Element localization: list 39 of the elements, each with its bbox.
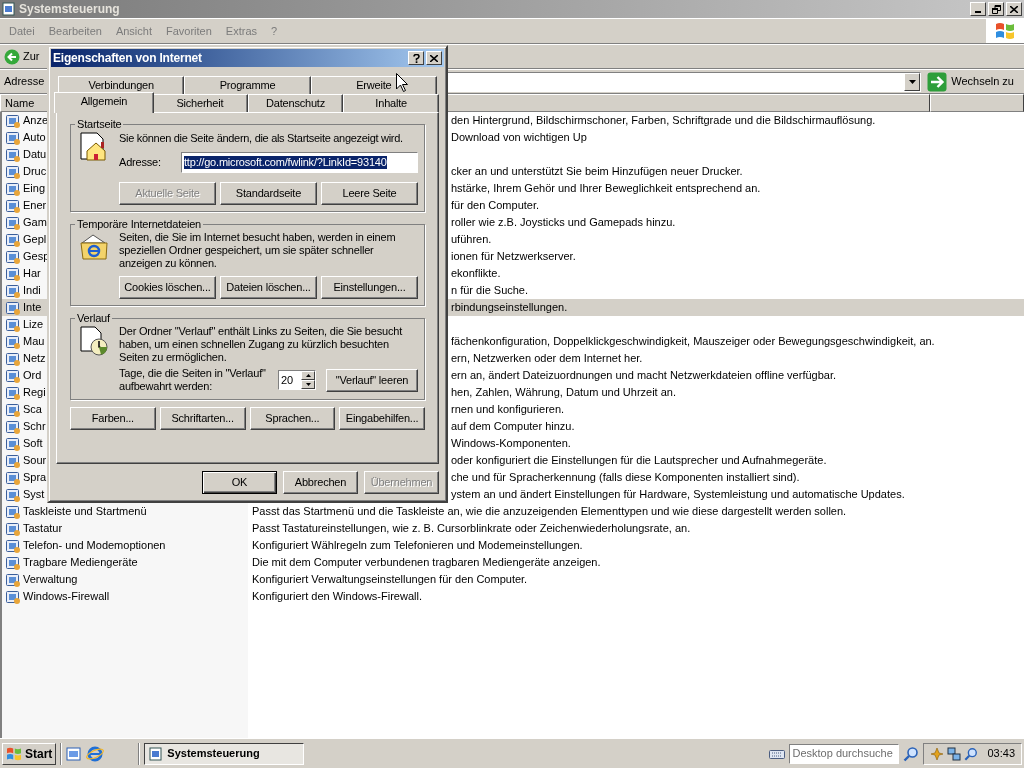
description-text: Konfiguriert Verwaltungseinstellungen für den Computer. xyxy=(252,572,528,588)
description-text: n für die Suche. xyxy=(451,283,529,299)
description-text: uführen. xyxy=(451,232,492,248)
description-text: Passt Tastatureinstellungen, wie z. B. Cursorblinkrate oder Zeichenwiederholungsrate, an. xyxy=(252,521,691,537)
description-text: rbindungseinstellungen. xyxy=(451,300,568,316)
description-text: che und für Spracherkennung (falls diese Komponenten installiert sind). xyxy=(451,470,800,486)
description-text: ekonflikte. xyxy=(451,266,501,282)
description-text: oder konfiguriert die Einstellungen für die Lautsprecher und Aufnahmegeräte. xyxy=(451,453,827,469)
description-text: auf dem Computer hinzu. xyxy=(451,419,575,435)
description-text: Der Ordner "Verlauf" enthält Links zu Seiten, die Sie besucht haben, um einen schnellen Zugang zu kürzlich besuchten Seiten zu ermöglichen. xyxy=(119,325,404,364)
description-text: den Hintergrund, Bildschirmschoner, Farben, Schriftgrade und die Bildschirmauflösung. xyxy=(451,113,876,129)
description-text: fächenkonfiguration, Doppelklickgeschwindigkeit, Mauszeiger oder Bewegungsgeschwindigkeit, an. xyxy=(451,334,935,350)
days-label: Tage, die die Seiten in "Verlauf" aufbewahrt werden: xyxy=(119,367,267,393)
description-text: Konfiguriert den Windows-Firewall. xyxy=(252,589,422,605)
address-label: Adresse xyxy=(4,74,46,90)
group-title: Verlauf xyxy=(76,312,111,325)
description-text: für den Computer. xyxy=(451,198,540,214)
group-title: Startseite xyxy=(76,118,123,131)
dialog-title: Eigenschaften von Internet xyxy=(53,51,202,65)
group-title: Temporäre Internetdateien xyxy=(76,218,203,231)
window-title: Systemsteuerung xyxy=(19,1,120,18)
description-text: ern an, ändert Dateizuordnungen und macht Netzwerkdateien offline verfügbar. xyxy=(451,368,837,384)
address-label: Adresse: xyxy=(119,156,162,169)
description-text: Sie können die Seite ändern, die als Startseite angezeigt wird. xyxy=(119,132,404,145)
description-text: Seiten, die Sie im Internet besucht haben, werden in einem speziellen Ordner gespeichert, um sie später schneller anzeigen zu können. xyxy=(119,231,397,270)
description-text: hen, Zahlen, Währung, Datum und Uhrzeit an. xyxy=(451,385,676,401)
description-text: Die mit dem Computer verbundenen tragbaren Mediengeräte anzeigen. xyxy=(252,555,601,571)
description-text: roller wie z.B. Joysticks und Gamepads hinzu. xyxy=(451,215,676,231)
description-text: hstärke, Ihrem Gehör und Ihrer Beweglichkeit entsprechend an. xyxy=(451,181,761,197)
description-text: Passt das Startmenü und die Taskleiste an, wie die anzuzeigenden Elementtypen und wie diese dargestellt werden sollen. xyxy=(252,504,847,520)
description-text: ystem an und ändert Einstellungen für Hardware, Systemleistung und automatische Updates. xyxy=(451,487,905,503)
description-text: rnen und konfigurieren. xyxy=(451,402,565,418)
description-text: ionen für Netzwerkserver. xyxy=(451,249,576,265)
description-text: ern, Netzwerken oder dem Internet her. xyxy=(451,351,643,367)
clock: 03:43 xyxy=(987,746,1015,762)
description-text: Konfiguriert Wählregeln zum Telefonieren und Modemeinstellungen. xyxy=(252,538,583,554)
description-text: Download von wichtigen Up xyxy=(451,130,587,146)
description-text: Windows-Komponenten. xyxy=(451,436,571,452)
description-text: cker an und unterstützt Sie beim Hinzufügen neuer Drucker. xyxy=(451,164,743,180)
